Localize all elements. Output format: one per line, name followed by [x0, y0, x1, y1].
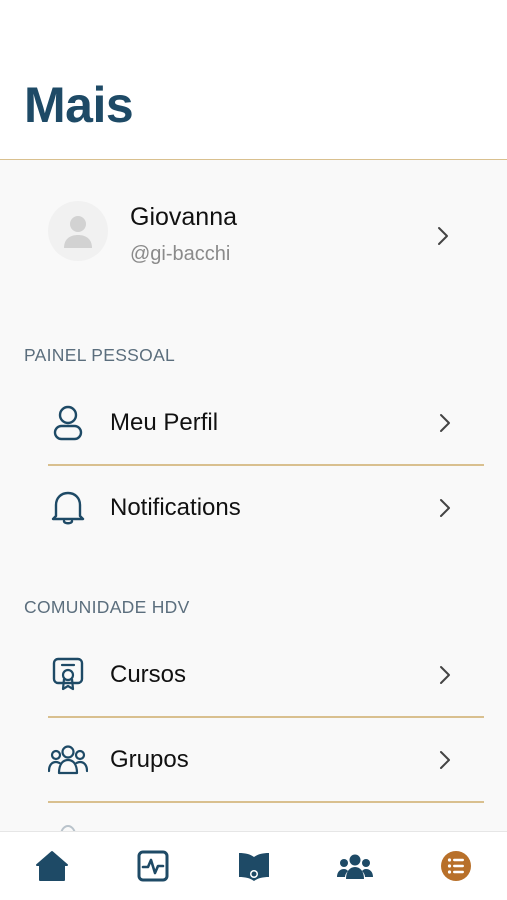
- chevron-right-icon: [438, 227, 448, 245]
- chevron-right-icon: [440, 414, 450, 432]
- section-header-painel-pessoal: PAINEL PESSOAL: [24, 345, 176, 365]
- certificate-icon: [52, 657, 84, 691]
- avatar: [48, 201, 108, 261]
- profile-handle: @gi-bacchi: [130, 243, 231, 265]
- bell-icon: [51, 491, 85, 525]
- home-icon[interactable]: [32, 846, 72, 886]
- user-icon: [53, 405, 83, 441]
- page-title: Mais: [24, 77, 134, 133]
- users-group-icon: [48, 745, 88, 775]
- profile-name: Giovanna: [130, 203, 238, 231]
- menu-item-label: Notifications: [110, 494, 241, 521]
- more-menu-content: Giovanna @gi-bacchi PAINEL PESSOAL Meu P…: [0, 161, 507, 831]
- list-icon[interactable]: [436, 846, 476, 886]
- divider: [48, 716, 484, 718]
- menu-item-label: Meu Perfil: [110, 409, 219, 436]
- chevron-right-icon: [440, 751, 450, 769]
- menu-item-label: Grupos: [110, 746, 189, 773]
- book-icon[interactable]: [234, 846, 274, 886]
- chevron-right-icon: [440, 499, 450, 517]
- menu-item-notifications[interactable]: Notifications: [48, 467, 484, 553]
- chevron-right-icon: [440, 666, 450, 684]
- divider: [48, 801, 484, 803]
- bottom-tab-bar: [0, 831, 507, 900]
- community-icon[interactable]: [335, 846, 375, 886]
- menu-item-meu-perfil[interactable]: Meu Perfil: [48, 382, 484, 468]
- activity-icon[interactable]: [133, 846, 173, 886]
- profile-card[interactable]: Giovanna @gi-bacchi: [48, 191, 468, 281]
- menu-item-grupos[interactable]: Grupos: [48, 719, 484, 805]
- section-header-comunidade-hdv: COMUNIDADE HDV: [24, 597, 190, 617]
- divider: [48, 464, 484, 466]
- header: Mais: [0, 0, 507, 160]
- avatar-placeholder-icon: [64, 216, 92, 248]
- menu-item-cursos[interactable]: Cursos: [48, 634, 484, 720]
- menu-item-label: Cursos: [110, 661, 187, 688]
